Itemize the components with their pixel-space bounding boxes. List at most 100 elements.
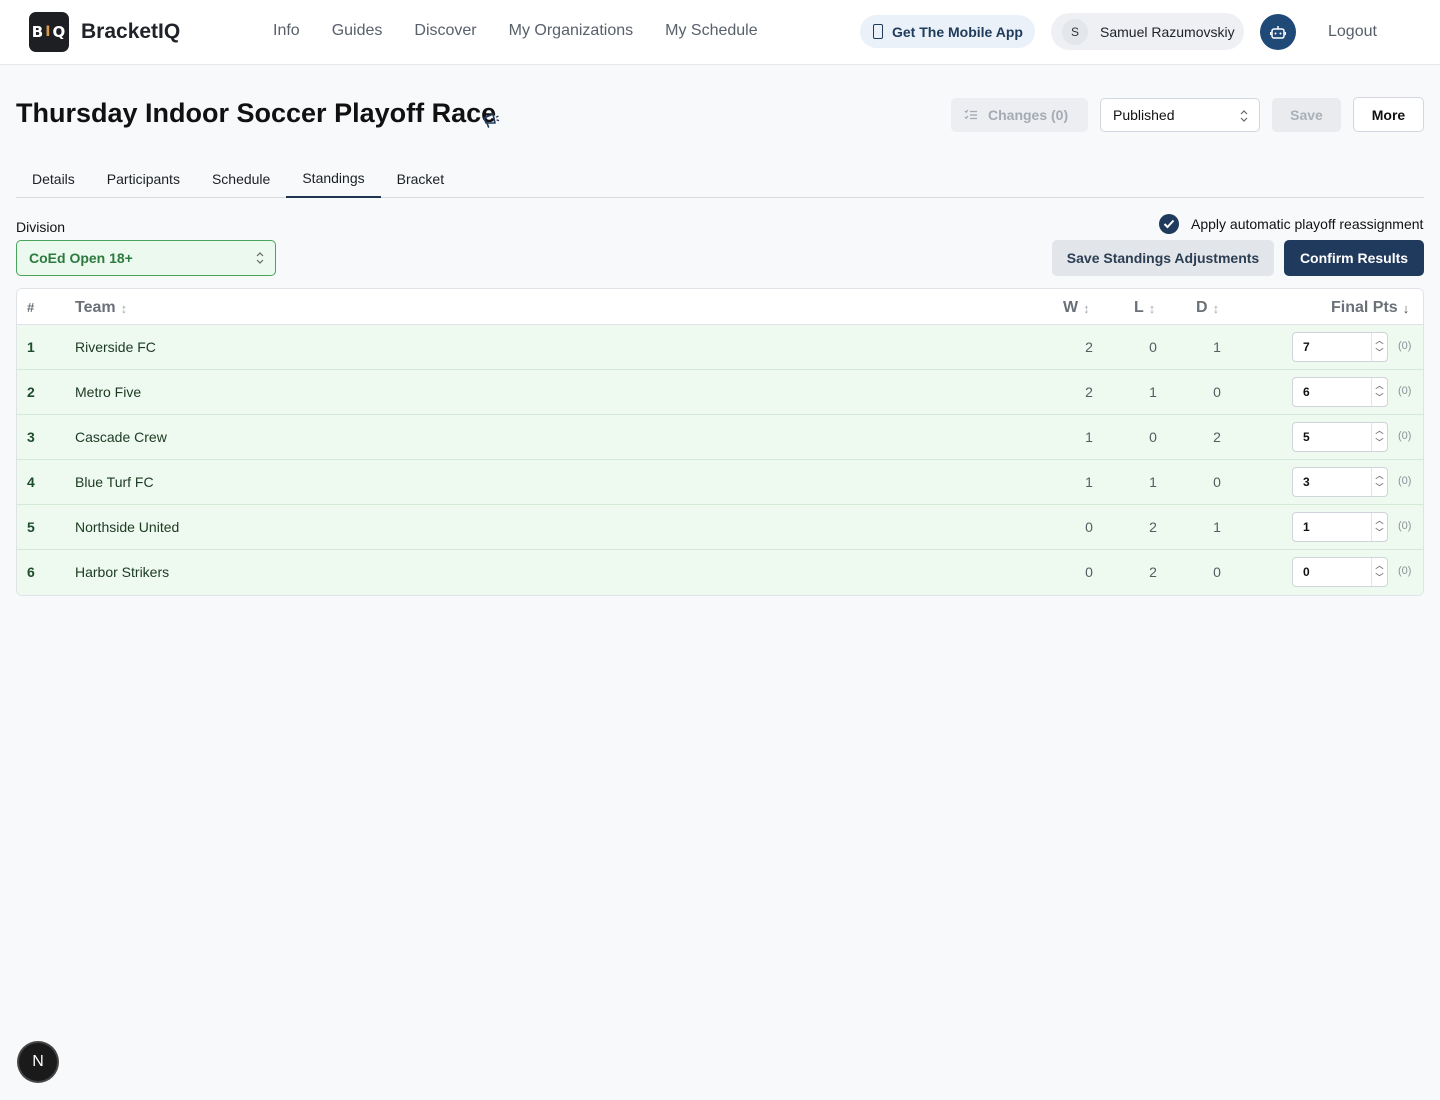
row-wins: 0 [1085,564,1093,580]
final-pts-input[interactable]: 3 ︿ ﹀ [1292,467,1388,497]
chevron-down-icon[interactable]: ﹀ [1376,392,1384,404]
row-wins: 2 [1085,339,1093,355]
final-pts-input[interactable]: 5 ︿ ﹀ [1292,422,1388,452]
final-pts-input[interactable]: 0 ︿ ﹀ [1292,557,1388,587]
row-losses: 1 [1149,474,1157,490]
row-wins: 2 [1085,384,1093,400]
tab-participants[interactable]: Participants [91,161,196,198]
final-pts-value: 7 [1303,340,1310,354]
top-navigation-bar: BIQ BracketIQ Info Guides Discover My Or… [0,0,1440,65]
pts-stepper[interactable]: ︿ ﹀ [1371,333,1387,361]
header-losses[interactable]: L ↕ [1134,299,1155,317]
row-rank: 2 [27,384,35,400]
pts-stepper[interactable]: ︿ ﹀ [1371,423,1387,451]
header-draws[interactable]: D ↕ [1196,299,1219,317]
chevron-down-icon[interactable]: ﹀ [1376,482,1384,494]
changes-button[interactable]: Changes (0) [951,98,1088,132]
header-final-pts[interactable]: Final Pts ↓ [1331,299,1409,317]
row-losses: 0 [1149,429,1157,445]
more-button[interactable]: More [1353,97,1424,132]
dev-tools-badge[interactable]: N [19,1043,57,1081]
row-draws: 0 [1213,564,1221,580]
final-pts-input[interactable]: 1 ︿ ﹀ [1292,512,1388,542]
pts-stepper[interactable]: ︿ ﹀ [1371,513,1387,541]
chevron-up-icon[interactable]: ︿ [1376,425,1384,437]
division-value: CoEd Open 18+ [29,250,133,266]
publish-status-select[interactable]: Published [1100,98,1260,132]
standings-table: # Team ↕ W ↕ L ↕ D ↕ Final Pts ↓ 1 Riverside F… [16,288,1424,596]
final-pts-value: 6 [1303,385,1310,399]
final-pts-input[interactable]: 6 ︿ ﹀ [1292,377,1388,407]
pts-stepper[interactable]: ︿ ﹀ [1371,378,1387,406]
pts-stepper[interactable]: ︿ ﹀ [1371,558,1387,586]
chevron-up-icon[interactable]: ︿ [1376,560,1384,572]
auto-reassign-toggle[interactable]: Apply automatic playoff reassignment [1159,214,1423,234]
brand-logo[interactable]: BIQ [29,12,69,52]
pts-adjustment: (0) [1398,340,1412,352]
auto-reassign-checkbox[interactable] [1159,214,1179,234]
nav-my-organizations[interactable]: My Organizations [509,22,634,40]
mobile-app-label: Get The Mobile App [892,23,1023,40]
nav-guides[interactable]: Guides [332,22,383,40]
brand-name[interactable]: BracketIQ [81,20,180,44]
checklist-icon [964,109,977,120]
table-body: 1 Riverside FC 2 0 1 7 ︿ ﹀ (0) 2 Metro Five 2 1 0 6 ︿ ﹀(… [17,325,1423,595]
row-draws: 1 [1213,519,1221,535]
save-standings-adjustments-button[interactable]: Save Standings Adjustments [1052,240,1274,276]
save-button[interactable]: Save [1272,98,1341,132]
get-mobile-app-button[interactable]: Get The Mobile App [860,15,1035,48]
table-header: # Team ↕ W ↕ L ↕ D ↕ Final Pts ↓ [17,289,1423,325]
row-wins: 1 [1085,429,1093,445]
final-pts-value: 5 [1303,430,1310,444]
tab-schedule[interactable]: Schedule [196,161,286,198]
row-draws: 1 [1213,339,1221,355]
tab-standings[interactable]: Standings [286,161,381,198]
chevron-up-icon[interactable]: ︿ [1376,515,1384,527]
logout-link[interactable]: Logout [1328,23,1377,41]
changes-label: Changes (0) [988,107,1069,123]
chevron-down-icon[interactable]: ﹀ [1376,527,1384,539]
chevron-down-icon[interactable]: ﹀ [1376,347,1384,359]
header-team[interactable]: Team ↕ [75,299,127,317]
page-title: Thursday Indoor Soccer Playoff Race [16,98,497,128]
user-name: Samuel Razumovskiy [1100,23,1235,40]
table-row: 3 Cascade Crew 1 0 2 5 ︿ ﹀ (0) [17,415,1423,460]
chevron-down-icon[interactable]: ﹀ [1376,572,1384,584]
row-wins: 0 [1085,519,1093,535]
row-draws: 0 [1213,384,1221,400]
assistant-bot-button[interactable] [1260,14,1296,50]
nav-my-schedule[interactable]: My Schedule [665,22,758,40]
table-row: 5 Northside United 0 2 1 1 ︿ ﹀ (0) [17,505,1423,550]
header-wins[interactable]: W ↕ [1063,299,1090,317]
row-rank: 6 [27,564,35,580]
nav-discover[interactable]: Discover [414,22,476,40]
chevron-up-down-icon [1240,110,1248,122]
pts-adjustment: (0) [1398,475,1412,487]
chevron-down-icon[interactable]: ﹀ [1376,437,1384,449]
row-team: Northside United [75,519,180,535]
row-losses: 0 [1149,339,1157,355]
division-select[interactable]: CoEd Open 18+ [16,240,276,276]
phone-icon [873,24,883,39]
chevron-up-icon[interactable]: ︿ [1376,380,1384,392]
sort-icon: ↕ [1083,300,1090,316]
final-pts-value: 0 [1303,565,1310,579]
pts-stepper[interactable]: ︿ ﹀ [1371,468,1387,496]
table-row: 4 Blue Turf FC 1 1 0 3 ︿ ﹀ (0) [17,460,1423,505]
pts-adjustment: (0) [1398,520,1412,532]
megaphone-icon[interactable] [481,110,501,130]
tab-bar: Details Participants Schedule Standings … [16,161,1424,198]
user-menu[interactable]: S Samuel Razumovskiy [1051,13,1244,50]
check-icon [1163,219,1175,229]
tab-bracket[interactable]: Bracket [381,161,460,198]
division-label: Division [16,219,66,235]
table-row: 6 Harbor Strikers 0 2 0 0 ︿ ﹀ (0) [17,550,1423,595]
row-team: Harbor Strikers [75,564,170,580]
row-team: Blue Turf FC [75,474,154,490]
nav-info[interactable]: Info [273,22,300,40]
tab-details[interactable]: Details [16,161,91,198]
confirm-results-button[interactable]: Confirm Results [1284,240,1424,276]
chevron-up-icon[interactable]: ︿ [1376,335,1384,347]
chevron-up-icon[interactable]: ︿ [1376,470,1384,482]
final-pts-input[interactable]: 7 ︿ ﹀ [1292,332,1388,362]
